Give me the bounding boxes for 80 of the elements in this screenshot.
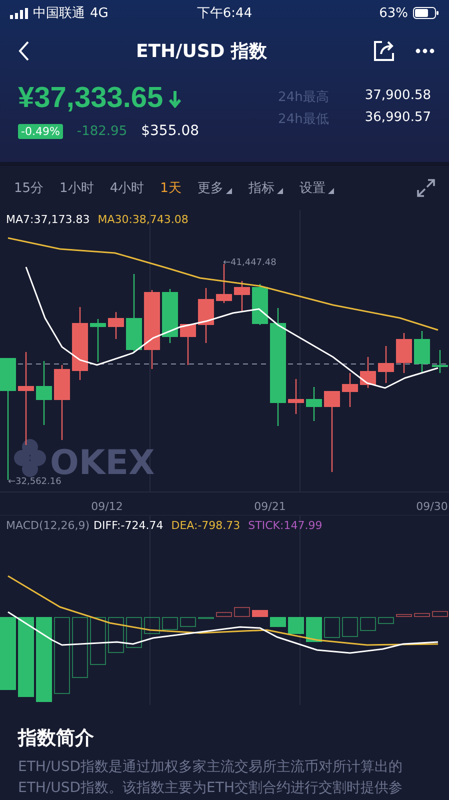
carrier-name: 中国联通 [33,5,85,22]
share-icon[interactable] [372,40,395,62]
interval-tab[interactable]: 4小时 [102,175,152,201]
clock: 下午6:44 [196,5,254,22]
candle [378,346,394,383]
caret-icon [226,188,232,194]
interval-tab[interactable]: 更多 [189,175,240,201]
stat-label: 24h最高 [278,89,329,106]
histogram-bar [180,617,196,627]
section-title: 指数简介 [18,726,95,751]
date-label: 09/30 [416,500,448,513]
date-label: 09/12 [91,500,123,513]
stat-value: 37,900.58 [364,88,431,105]
interval-tab[interactable]: 设置 [291,175,342,201]
fullscreen-icon[interactable] [417,179,435,197]
low-marker: ←32,562.16 [8,477,62,487]
signal-icon [10,8,28,18]
interval-tab[interactable]: 指标 [240,175,292,201]
stat-value: 36,990.57 [364,110,431,127]
histogram-bar [234,607,250,617]
change-badge: -0.49% [18,124,63,138]
macd-label: STICK:147.99 [248,519,322,532]
clover-icon [14,439,46,477]
caret-icon [277,188,284,194]
histogram-bar [126,617,142,648]
date-label: 09/21 [254,500,286,513]
candle [342,373,358,407]
histogram-bar [72,617,88,678]
histogram-bar [324,617,340,638]
macd-label: DIFF:-724.74 [94,519,164,532]
candle [414,331,430,373]
candle [432,350,448,373]
candle [396,333,412,373]
candle [360,357,376,388]
histogram-bar [144,617,160,634]
price-value: ¥37,333.65 [18,82,164,115]
candle [162,289,178,343]
interval-tab[interactable]: 1小时 [52,175,102,201]
candle [306,387,322,421]
histogram-bar [414,613,430,617]
candle [288,379,304,414]
candle [108,312,124,339]
network-type: 4G [90,6,108,20]
histogram-bar [270,617,286,627]
candle [198,288,214,343]
page-title: ETH/USD 指数 [136,40,267,63]
high-marker: ←41,447.48 [223,258,276,268]
histogram-bar [108,617,124,653]
stat-label: 24h最低 [278,111,329,128]
caret-icon [328,188,334,194]
battery-icon [413,7,439,19]
candle [234,281,250,312]
histogram-bar [342,617,358,637]
interval-tab[interactable]: 1天 [152,175,190,201]
ma-label: MA7:37,173.83 [6,213,90,226]
ma-label: MA30:38,743.08 [98,213,188,226]
macd-label: MACD(12,26,9) [6,519,90,532]
histogram-bar [216,612,232,617]
candle [216,264,232,303]
candle [252,284,268,325]
histogram-bar [432,611,448,617]
histogram-bar [288,617,304,634]
more-icon[interactable] [414,48,435,54]
change-value: -182.95 [76,124,128,138]
histogram-bar [252,610,268,617]
histogram-bar [306,617,322,642]
histogram-bar [396,614,412,617]
back-icon[interactable] [18,41,30,61]
battery-percent: 63% [379,6,408,20]
histogram-bar [378,617,394,624]
histogram-bar [162,617,178,630]
description-text: ETH/USD指数是通过加权多家主流交易所主流币对所计算出的ETH/USD指数。该指数主要为ETH交割合约进行交割时提供参 [18,758,404,798]
interval-tab[interactable]: 15分 [6,175,52,201]
histogram-bar [360,617,376,631]
macd-label: DEA:-798.73 [171,519,240,532]
histogram-bar [90,617,106,665]
candle [180,324,196,365]
candle [36,361,52,425]
candle [90,319,106,362]
usd-price: $355.08 [141,123,200,139]
